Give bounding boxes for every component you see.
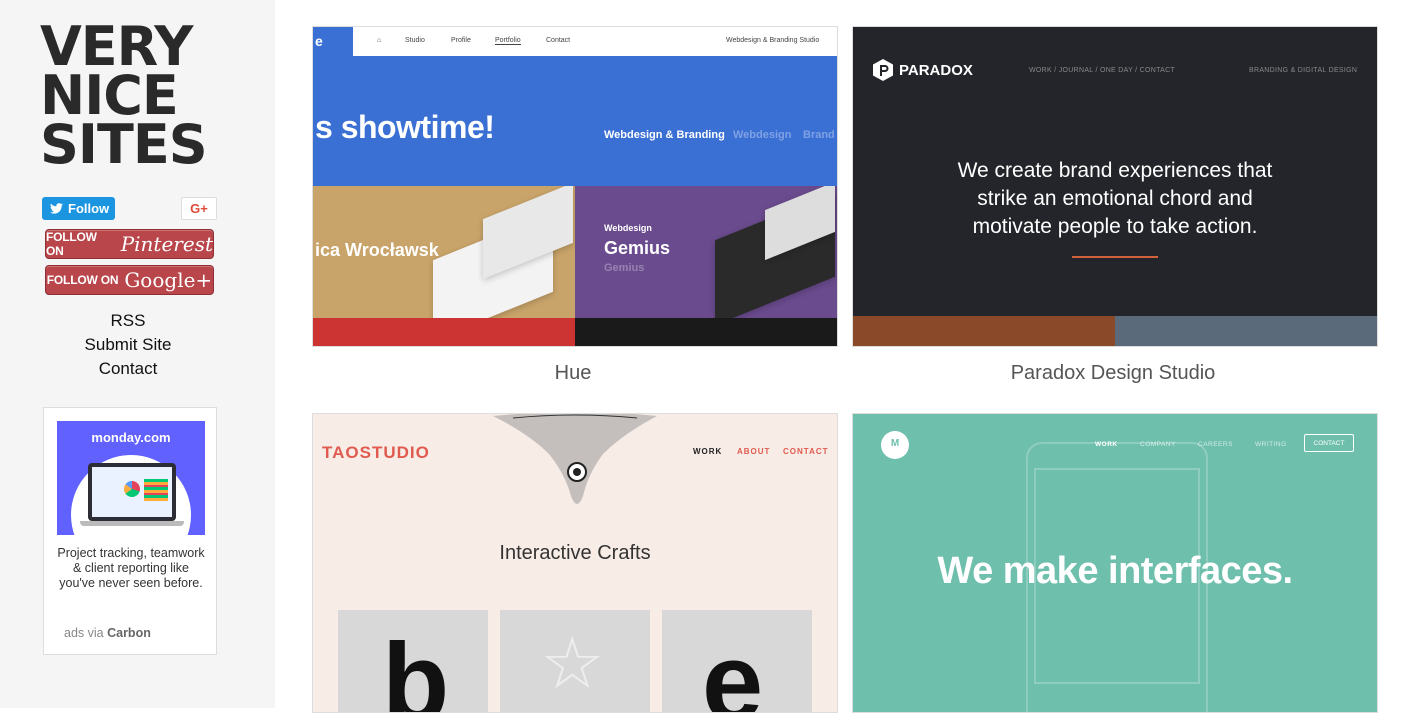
site-card-taostudio[interactable]: TAOSTUDIO WORK ABOUT CONTACT Interactive… [312, 413, 838, 713]
hue-logo-tab: e [313, 27, 353, 56]
ad-base [80, 521, 184, 526]
hue-nav-item: Profile [451, 37, 471, 44]
contact-link[interactable]: Contact [0, 357, 256, 381]
ad-image[interactable]: monday.com [57, 421, 205, 535]
mint-nav-item: CAREERS [1198, 441, 1233, 448]
sidebar-links: RSS Submit Site Contact [0, 309, 256, 381]
home-icon: ⌂ [377, 37, 382, 44]
paradox-nav-right: BRANDING & DIGITAL DESIGN [1249, 67, 1358, 74]
hue-right-sub: Gemius [604, 262, 645, 274]
site-card-interfaces[interactable]: M WORK COMPANY CAREERS WRITING CONTACT W… [852, 413, 1378, 713]
hue-right-title: Gemius [604, 238, 671, 258]
paradox-logo-text: PARADOX [899, 61, 973, 79]
twitter-bird-icon [50, 203, 63, 214]
mint-nav-item: WORK [1095, 441, 1118, 448]
mint-headline: We make interfaces. [937, 550, 1293, 592]
paradox-headline-line: We create brand experiences that [957, 159, 1273, 182]
rss-link[interactable]: RSS [0, 309, 256, 333]
fish-illustration [493, 414, 657, 504]
hue-sub: Webdesign & Branding [604, 129, 725, 141]
m-logo-letter: M [890, 438, 900, 449]
tao-letter: e [702, 621, 764, 713]
pdx-foot-r [1115, 316, 1377, 346]
hue-right-kicker: Webdesign [604, 223, 652, 233]
ad-pie [124, 481, 140, 497]
paradox-nav: WORK / JOURNAL / ONE DAY / CONTACT [1029, 67, 1176, 74]
site-title[interactable]: Hue [310, 362, 836, 385]
pdx-foot-l [853, 316, 1115, 346]
hue-left: ica Wrocławsk [313, 186, 575, 318]
m-logo-icon: M [881, 431, 909, 459]
sidebar: VERY NICE SITES Follow G+ FOLLOW ON Pint… [0, 0, 275, 708]
hue-nav-item: Studio [405, 37, 425, 44]
laptop-illustration [88, 463, 176, 521]
site-card-paradox[interactable]: PARADOX WORK / JOURNAL / ONE DAY / CONTA… [852, 26, 1378, 347]
hue-left-title: ica Wrocławsk [315, 240, 439, 260]
follow-on-googleplus-button[interactable]: FOLLOW ON Google+ [45, 265, 214, 295]
tao-logo: TAOSTUDIO [322, 443, 430, 462]
ad-text[interactable]: Project tracking, teamwork & client repo… [54, 546, 208, 591]
follow-on-pinterest-button[interactable]: FOLLOW ON Pinterest [45, 229, 214, 259]
mint-contact-button: CONTACT [1304, 434, 1354, 452]
paradox-headline-line: strike an emotional chord and [977, 187, 1253, 210]
star-icon: ☆ [540, 624, 605, 704]
hue-sub: Webdesign [733, 129, 792, 141]
ad-screen [92, 467, 172, 517]
site-logo[interactable]: VERY NICE SITES [40, 20, 220, 176]
submit-site-link[interactable]: Submit Site [0, 333, 256, 357]
site-title[interactable]: Paradox Design Studio [850, 362, 1376, 385]
site-card-hue[interactable]: e ⌂ Studio Profile Portfolio Contact Web… [312, 26, 838, 347]
tao-nav-item: CONTACT [783, 447, 829, 456]
tao-nav-item: ABOUT [737, 447, 771, 456]
googleplus-brand: Google+ [124, 268, 213, 292]
google-plus-button[interactable]: G+ [181, 197, 217, 220]
googleplus-prefix: FOLLOW ON [46, 273, 119, 287]
ad-brand: monday.com [91, 430, 171, 445]
tao-nav-item: WORK [693, 447, 723, 456]
paradox-headline-line: motivate people to take action. [972, 215, 1258, 238]
ad-via-prefix: ads via [64, 626, 104, 640]
hue-right: Webdesign Gemius Gemius [575, 186, 837, 318]
tao-letter: b [382, 621, 450, 713]
ad-via[interactable]: ads via Carbon [64, 626, 151, 640]
carbon-ad[interactable]: monday.com Project tracking, teamwork & … [43, 407, 217, 655]
hue-red [313, 318, 575, 346]
mint-nav-item: WRITING [1255, 441, 1287, 448]
ad-bars [144, 479, 168, 501]
accent-line [1072, 256, 1158, 258]
pinterest-prefix: FOLLOW ON [46, 230, 97, 258]
tao-box: b [338, 610, 488, 713]
ad-via-name: Carbon [107, 626, 151, 640]
pinterest-brand: Pinterest [120, 232, 213, 256]
logo-line: SITES [40, 113, 208, 176]
twitter-follow-label: Follow [68, 201, 110, 216]
paradox-headline: We create brand experiences that strike … [853, 157, 1377, 241]
hue-sub: Brand [803, 129, 835, 141]
tao-box: e [662, 610, 812, 713]
paradox-logo-icon [873, 59, 893, 81]
tao-box: ☆ [500, 610, 650, 712]
tao-headline: Interactive Crafts [499, 542, 651, 564]
hue-nav-item: Portfolio [495, 37, 521, 45]
hue-nav-item: Contact [546, 37, 571, 44]
paradox-logo: PARADOX [873, 59, 973, 81]
hue-headline: s showtime! [315, 109, 495, 145]
twitter-follow-button[interactable]: Follow [42, 197, 115, 220]
mint-nav-item: COMPANY [1140, 441, 1176, 448]
hue-nav-right: Webdesign & Branding Studio [726, 37, 820, 44]
